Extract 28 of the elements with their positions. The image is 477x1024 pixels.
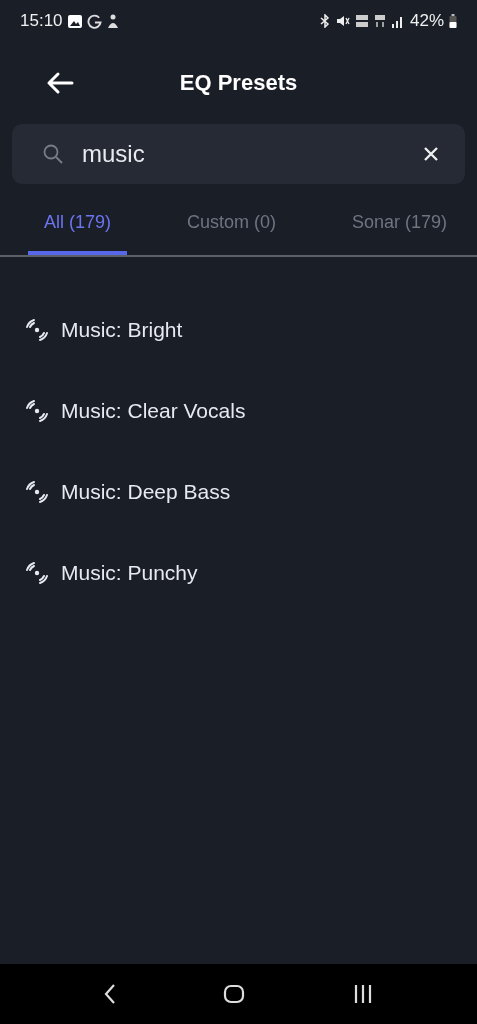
image-icon xyxy=(67,14,82,28)
close-icon xyxy=(423,146,439,162)
search-field[interactable]: music xyxy=(80,139,403,169)
sound-wave-icon xyxy=(24,317,50,343)
tab[interactable]: All (179) xyxy=(28,200,128,255)
sound-wave-icon xyxy=(24,479,50,505)
sound-wave-icon xyxy=(24,398,50,424)
figure-icon xyxy=(106,14,119,28)
page-title: EQ Presets xyxy=(178,70,299,96)
back-arrow-icon xyxy=(46,71,74,95)
preset-name[interactable]: Music: Punchy xyxy=(61,561,198,585)
rounded-square-icon xyxy=(223,983,246,1005)
search-bar[interactable]: music xyxy=(12,124,465,184)
sound-wave-icon xyxy=(24,560,50,586)
battery-icon xyxy=(449,14,457,28)
status-time: 15:10 xyxy=(20,11,63,31)
tab[interactable]: Custom (0) xyxy=(170,200,292,255)
battery-percent: 42% xyxy=(409,11,444,31)
preset-name[interactable]: Music: Bright xyxy=(61,318,183,342)
chevron-left-icon xyxy=(103,983,118,1005)
mute-icon xyxy=(335,14,350,28)
tab[interactable]: Sonar (179) xyxy=(335,200,463,255)
signal-icon xyxy=(390,14,405,28)
search-icon xyxy=(42,143,64,165)
preset-name[interactable]: Music: Deep Bass xyxy=(61,480,231,504)
g-icon xyxy=(86,13,102,29)
preset-name[interactable]: Music: Clear Vocals xyxy=(61,399,246,423)
bluetooth-icon xyxy=(318,14,331,28)
